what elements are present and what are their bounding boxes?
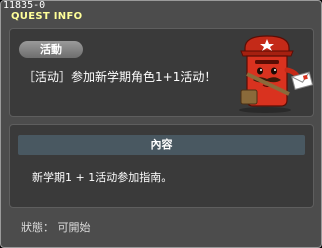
content-text: 新学期1 + 1活动参加指南。 [32, 171, 173, 184]
category-badge: 活動 [19, 41, 83, 58]
red-mailbox-mascot-icon [239, 35, 313, 113]
quest-id: 11835-0 [3, 0, 46, 11]
quest-summary-panel: 活動 ［活动］参加新学期角色1+1活动！ [9, 28, 314, 117]
content-header: 內容 [18, 135, 305, 155]
quest-info-window: 11835-0 QUEST INFO 活動 ［活动］参加新学期角色1+1活动！ [0, 0, 322, 248]
quest-status: 狀態： 可開始 [21, 221, 91, 234]
quest-name: ［活动］参加新学期角色1+1活动！ [23, 70, 217, 84]
window-title: QUEST INFO [11, 11, 83, 22]
quest-content-panel: 內容 新学期1 + 1活动参加指南。 [9, 124, 314, 208]
